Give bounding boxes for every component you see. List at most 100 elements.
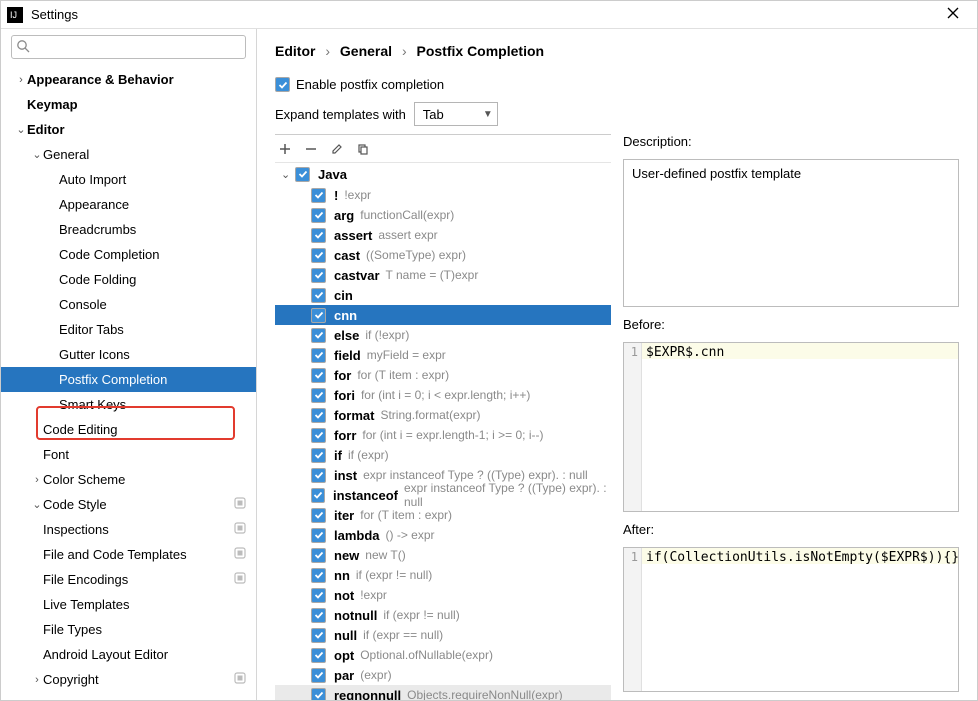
template-checkbox[interactable]	[311, 488, 325, 503]
tree-node-live-templates[interactable]: Live Templates	[1, 592, 256, 617]
breadcrumb-editor[interactable]: Editor	[275, 43, 315, 59]
template-item-format[interactable]: formatString.format(expr)	[275, 405, 611, 425]
tree-node-console[interactable]: Console	[1, 292, 256, 317]
template-checkbox[interactable]	[311, 428, 326, 443]
template-item-new[interactable]: newnew T()	[275, 545, 611, 565]
template-checkbox[interactable]	[311, 508, 326, 523]
tree-node-appearance-behavior[interactable]: ›Appearance & Behavior	[1, 67, 256, 92]
arrow-placeholder	[31, 624, 43, 636]
tree-node-smart-keys[interactable]: Smart Keys	[1, 392, 256, 417]
template-key: fori	[334, 388, 355, 403]
template-item-par[interactable]: par(expr)	[275, 665, 611, 685]
template-item-null[interactable]: nullif (expr == null)	[275, 625, 611, 645]
template-checkbox[interactable]	[311, 308, 326, 323]
template-item-else[interactable]: elseif (!expr)	[275, 325, 611, 345]
tree-node-editor[interactable]: ⌄Editor	[1, 117, 256, 142]
tree-node-code-folding[interactable]: Code Folding	[1, 267, 256, 292]
breadcrumb-general[interactable]: General	[340, 43, 392, 59]
tree-node-general[interactable]: ⌄General	[1, 142, 256, 167]
tree-node-code-style[interactable]: ⌄Code Style	[1, 492, 256, 517]
template-item-field[interactable]: fieldmyField = expr	[275, 345, 611, 365]
template-checkbox[interactable]	[311, 188, 326, 203]
template-item-cin[interactable]: cin	[275, 285, 611, 305]
tree-node-gutter-icons[interactable]: Gutter Icons	[1, 342, 256, 367]
project-badge-icon	[234, 572, 246, 587]
tree-node-code-editing[interactable]: Code Editing	[1, 417, 256, 442]
template-lang-java[interactable]: ⌄Java	[275, 163, 611, 185]
copy-template-button[interactable]	[357, 143, 369, 155]
template-checkbox[interactable]	[311, 608, 326, 623]
template-item-lambda[interactable]: lambda() -> expr	[275, 525, 611, 545]
template-checkbox[interactable]	[311, 668, 326, 683]
tree-node-auto-import[interactable]: Auto Import	[1, 167, 256, 192]
tree-node-label: Code Editing	[43, 422, 117, 437]
template-item-notnull[interactable]: notnullif (expr != null)	[275, 605, 611, 625]
svg-text:IJ: IJ	[10, 10, 17, 20]
tree-node-label: Code Completion	[59, 247, 159, 262]
settings-tree[interactable]: ›Appearance & Behavior Keymap⌄Editor⌄Gen…	[1, 65, 256, 700]
expand-with-select[interactable]: Tab ▼	[414, 102, 498, 126]
template-checkbox[interactable]	[311, 228, 326, 243]
template-desc: () -> expr	[386, 528, 435, 542]
template-item-instanceof[interactable]: instanceofexpr instanceof Type ? ((Type)…	[275, 485, 611, 505]
template-checkbox[interactable]	[311, 268, 326, 283]
template-item-fori[interactable]: forifor (int i = 0; i < expr.length; i++…	[275, 385, 611, 405]
template-checkbox[interactable]	[311, 548, 326, 563]
template-checkbox[interactable]	[311, 648, 326, 663]
enable-postfix-checkbox[interactable]	[275, 77, 290, 92]
template-item-nn[interactable]: nnif (expr != null)	[275, 565, 611, 585]
settings-search-input[interactable]	[11, 35, 246, 59]
template-item-for[interactable]: forfor (T item : expr)	[275, 365, 611, 385]
template-checkbox[interactable]	[311, 348, 326, 363]
close-button[interactable]	[935, 7, 971, 22]
template-item-if[interactable]: ifif (expr)	[275, 445, 611, 465]
template-item-forr[interactable]: forrfor (int i = expr.length-1; i >= 0; …	[275, 425, 611, 445]
template-checkbox[interactable]	[311, 368, 326, 383]
template-checkbox[interactable]	[311, 688, 326, 701]
template-checkbox[interactable]	[311, 248, 326, 263]
tree-node-file-types[interactable]: File Types	[1, 617, 256, 642]
settings-search[interactable]	[11, 35, 246, 59]
template-item-reqnonnull[interactable]: reqnonnullObjects.requireNonNull(expr)	[275, 685, 611, 700]
template-item-not[interactable]: not!expr	[275, 585, 611, 605]
tree-node-label: Live Templates	[43, 597, 129, 612]
tree-node-editor-tabs[interactable]: Editor Tabs	[1, 317, 256, 342]
template-checkbox[interactable]	[311, 208, 326, 223]
remove-template-button[interactable]	[305, 143, 317, 155]
tree-node-file-and-code-templates[interactable]: File and Code Templates	[1, 542, 256, 567]
template-list[interactable]: ⌄Java!!exprargfunctionCall(expr)assertas…	[275, 163, 611, 700]
template-item-arg[interactable]: argfunctionCall(expr)	[275, 205, 611, 225]
template-checkbox[interactable]	[311, 628, 326, 643]
template-checkbox[interactable]	[311, 468, 326, 483]
template-item-[interactable]: !!expr	[275, 185, 611, 205]
template-checkbox[interactable]	[311, 588, 326, 603]
template-item-opt[interactable]: optOptional.ofNullable(expr)	[275, 645, 611, 665]
template-checkbox[interactable]	[311, 448, 326, 463]
tree-node-keymap[interactable]: Keymap	[1, 92, 256, 117]
template-checkbox[interactable]	[311, 288, 326, 303]
template-item-cnn[interactable]: cnn	[275, 305, 611, 325]
add-template-button[interactable]	[279, 143, 291, 155]
edit-template-button[interactable]	[331, 143, 343, 155]
template-item-assert[interactable]: assertassert expr	[275, 225, 611, 245]
lang-checkbox[interactable]	[295, 167, 310, 182]
template-checkbox[interactable]	[311, 568, 326, 583]
tree-node-label: Copyright	[43, 672, 99, 687]
template-item-castvar[interactable]: castvarT name = (T)expr	[275, 265, 611, 285]
tree-node-file-encodings[interactable]: File Encodings	[1, 567, 256, 592]
tree-node-code-completion[interactable]: Code Completion	[1, 242, 256, 267]
template-checkbox[interactable]	[311, 328, 326, 343]
tree-node-copyright[interactable]: ›Copyright	[1, 667, 256, 692]
tree-node-font[interactable]: Font	[1, 442, 256, 467]
template-checkbox[interactable]	[311, 528, 326, 543]
tree-node-appearance[interactable]: Appearance	[1, 192, 256, 217]
tree-node-breadcrumbs[interactable]: Breadcrumbs	[1, 217, 256, 242]
tree-node-postfix-completion[interactable]: Postfix Completion	[1, 367, 256, 392]
template-checkbox[interactable]	[311, 408, 326, 423]
tree-node-color-scheme[interactable]: ›Color Scheme	[1, 467, 256, 492]
template-checkbox[interactable]	[311, 388, 326, 403]
tree-node-android-layout-editor[interactable]: Android Layout Editor	[1, 642, 256, 667]
template-item-cast[interactable]: cast((SomeType) expr)	[275, 245, 611, 265]
tree-node-label: File Encodings	[43, 572, 128, 587]
tree-node-inspections[interactable]: Inspections	[1, 517, 256, 542]
